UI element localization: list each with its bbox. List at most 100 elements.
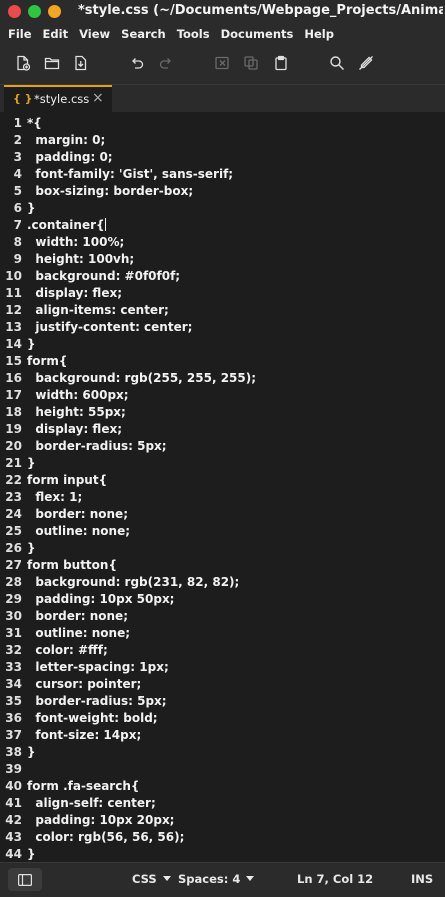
- line-number: 39: [5, 762, 22, 776]
- language-selector[interactable]: CSS: [132, 872, 171, 886]
- code-line[interactable]: 40 form .fa-search{: [0, 779, 445, 796]
- code-line[interactable]: 27 form button{: [0, 558, 445, 575]
- code-line[interactable]: 16 background: rgb(255, 255, 255);: [0, 371, 445, 388]
- code-line[interactable]: 1 *{: [0, 116, 445, 133]
- minimize-window-button[interactable]: [28, 5, 41, 18]
- line-number: 37: [5, 728, 22, 742]
- code-text: box-sizing: border-box;: [27, 184, 194, 198]
- code-line[interactable]: 9 height: 100vh;: [0, 252, 445, 269]
- window-title: *style.css (~/Documents/Webpage_Projects…: [78, 3, 443, 18]
- code-line[interactable]: 5 box-sizing: border-box;: [0, 184, 445, 201]
- code-line[interactable]: 8 width: 100%;: [0, 235, 445, 252]
- code-line[interactable]: 21}: [0, 456, 445, 473]
- code-line[interactable]: 34 cursor: pointer;: [0, 677, 445, 694]
- code-line[interactable]: 4 font-family: 'Gist', sans-serif;: [0, 167, 445, 184]
- redo-icon[interactable]: [157, 54, 175, 72]
- code-line[interactable]: 42 padding: 10px 20px;: [0, 813, 445, 830]
- code-text: }: [27, 745, 36, 759]
- code-text: align-items: center;: [27, 303, 169, 317]
- menu-documents[interactable]: Documents: [221, 27, 294, 41]
- code-line[interactable]: 28 background: rgb(231, 82, 82);: [0, 575, 445, 592]
- code-line[interactable]: 32 color: #fff;: [0, 643, 445, 660]
- open-folder-icon[interactable]: [43, 54, 61, 72]
- code-line[interactable]: 39: [0, 762, 445, 779]
- code-line[interactable]: 41 align-self: center;: [0, 796, 445, 813]
- line-number: 33: [5, 660, 22, 674]
- code-line[interactable]: 3 padding: 0;: [0, 150, 445, 167]
- line-number: 1: [13, 116, 22, 130]
- code-text: font-family: 'Gist', sans-serif;: [27, 167, 234, 181]
- code-line[interactable]: 37 font-size: 14px;: [0, 728, 445, 745]
- code-line[interactable]: 2 margin: 0;: [0, 133, 445, 150]
- menu-file[interactable]: File: [8, 27, 32, 41]
- code-line[interactable]: 36 font-weight: bold;: [0, 711, 445, 728]
- code-line[interactable]: 12 align-items: center;: [0, 303, 445, 320]
- code-text: outline: none;: [27, 626, 131, 640]
- code-line[interactable]: 29 padding: 10px 50px;: [0, 592, 445, 609]
- code-text: border: none;: [27, 609, 128, 623]
- line-number: 40: [5, 779, 22, 793]
- search-icon[interactable]: [328, 54, 346, 72]
- line-number: 24: [5, 507, 22, 521]
- code-line[interactable]: 44}: [0, 847, 445, 862]
- undo-icon[interactable]: [128, 54, 146, 72]
- close-window-button[interactable]: [8, 5, 21, 18]
- chevron-down-icon: [162, 876, 171, 881]
- tab-label: *style.css: [34, 92, 90, 106]
- tab-style-css[interactable]: { } *style.css ×: [4, 85, 112, 113]
- line-number: 38: [5, 745, 22, 759]
- insert-mode[interactable]: INS: [411, 872, 433, 886]
- code-line[interactable]: 20 border-radius: 5px;: [0, 439, 445, 456]
- code-text: width: 100%;: [27, 235, 125, 249]
- code-text: padding: 0;: [27, 150, 113, 164]
- code-line[interactable]: 14}: [0, 337, 445, 354]
- copy-icon[interactable]: [242, 54, 260, 72]
- code-line[interactable]: 11 display: flex;: [0, 286, 445, 303]
- code-line[interactable]: 7 .container{: [0, 218, 445, 235]
- code-text: }: [27, 456, 36, 470]
- line-number: 9: [13, 252, 22, 266]
- indent-selector[interactable]: Spaces: 4: [178, 872, 255, 886]
- menu-tools[interactable]: Tools: [177, 27, 210, 41]
- menu-view[interactable]: View: [79, 27, 110, 41]
- sidebar-toggle-button[interactable]: [8, 868, 42, 891]
- menu-help[interactable]: Help: [304, 27, 334, 41]
- code-line[interactable]: 35 border-radius: 5px;: [0, 694, 445, 711]
- code-line[interactable]: 17 width: 600px;: [0, 388, 445, 405]
- code-line[interactable]: 33 letter-spacing: 1px;: [0, 660, 445, 677]
- cut-icon[interactable]: [213, 54, 231, 72]
- code-line[interactable]: 26}: [0, 541, 445, 558]
- code-line[interactable]: 31 outline: none;: [0, 626, 445, 643]
- menu-edit[interactable]: Edit: [43, 27, 69, 41]
- new-file-icon[interactable]: [14, 54, 32, 72]
- edit-off-icon[interactable]: [357, 54, 375, 72]
- maximize-window-button[interactable]: [48, 5, 61, 18]
- code-line[interactable]: 15 form{: [0, 354, 445, 371]
- line-number: 21: [5, 456, 22, 470]
- title-bar: *style.css (~/Documents/Webpage_Projects…: [0, 0, 445, 24]
- code-line[interactable]: 24 border: none;: [0, 507, 445, 524]
- line-number: 25: [5, 524, 22, 538]
- save-icon[interactable]: [72, 54, 90, 72]
- menu-search[interactable]: Search: [121, 27, 166, 41]
- code-line[interactable]: 43 color: rgb(56, 56, 56);: [0, 830, 445, 847]
- code-text: border: none;: [27, 507, 128, 521]
- code-line[interactable]: 10 background: #0f0f0f;: [0, 269, 445, 286]
- code-text: padding: 10px 20px;: [27, 813, 175, 827]
- close-icon[interactable]: ×: [92, 90, 104, 106]
- paste-icon[interactable]: [272, 54, 290, 72]
- code-line[interactable]: 6}: [0, 201, 445, 218]
- line-number: 26: [5, 541, 22, 555]
- code-text: cursor: pointer;: [27, 677, 142, 691]
- code-line[interactable]: 25 outline: none;: [0, 524, 445, 541]
- code-line[interactable]: 18 height: 55px;: [0, 405, 445, 422]
- code-text: background: rgb(255, 255, 255);: [27, 371, 257, 385]
- code-line[interactable]: 22 form input{: [0, 473, 445, 490]
- cursor-position[interactable]: Ln 7, Col 12: [297, 872, 373, 886]
- code-line[interactable]: 38}: [0, 745, 445, 762]
- code-line[interactable]: 30 border: none;: [0, 609, 445, 626]
- code-editor[interactable]: 1 *{2 margin: 0; 3 padding: 0; 4 font-famil…: [0, 112, 445, 862]
- code-line[interactable]: 13 justify-content: center;: [0, 320, 445, 337]
- code-line[interactable]: 19 display: flex;: [0, 422, 445, 439]
- code-line[interactable]: 23 flex: 1;: [0, 490, 445, 507]
